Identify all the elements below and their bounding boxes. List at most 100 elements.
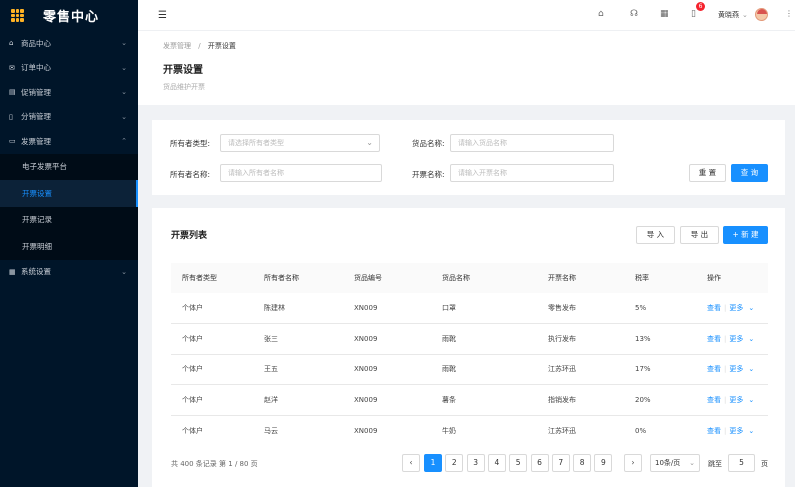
jump-input[interactable]: 5 (728, 454, 755, 472)
table-cell: 薯条 (431, 384, 537, 416)
chevron-down-icon: ⌄ (121, 39, 127, 48)
chevron-down-icon: ⌄ (121, 267, 127, 276)
avatar[interactable] (755, 8, 768, 21)
export-button[interactable]: 导 出 (680, 226, 719, 244)
sidebar-item-system-settings[interactable]: ▦ 系统设置 ⌄ (0, 260, 138, 285)
search-form: 所有者类型: 请选择所有者类型 ⌄ 货品名称: 请输入货品名称 所有者名称: 请… (152, 120, 785, 195)
owner-name-input[interactable]: 请输入所有者名称 (220, 164, 382, 182)
breadcrumb-current: 开票设置 (207, 42, 236, 50)
page-size-select[interactable]: 10条/页 ⌄ (650, 454, 700, 472)
page-button[interactable]: 6 (530, 454, 549, 472)
sidebar-subitem-invoice-settings[interactable]: 开票设置 (0, 180, 138, 207)
page-button[interactable]: 9 (594, 454, 613, 472)
table-cell: 5% (624, 293, 696, 325)
user-menu[interactable]: 黄晓燕 ⌄ (718, 10, 748, 20)
column-header: 货品名称 (431, 263, 537, 293)
page-button[interactable]: 5 (509, 454, 528, 472)
sidebar-subitem-e-invoice[interactable]: 电子发票平台 (0, 154, 138, 181)
chevron-down-icon: ⌄ (121, 88, 127, 97)
reset-button[interactable]: 重 置 (689, 164, 726, 182)
table-header-row: 所有者类型 所有者名称 货品编号 货品名称 开票名称 税率 操作 (171, 263, 768, 293)
chevron-down-icon: ⌄ (121, 63, 127, 72)
table-cell: 指销发布 (537, 384, 624, 416)
sidebar-item-orders[interactable]: ✉ 订单中心 ⌄ (0, 56, 138, 81)
more-link[interactable]: 更多 (729, 365, 743, 373)
chevron-down-icon: ⌄ (121, 112, 127, 121)
menu-toggle-icon[interactable]: ☰ (158, 10, 167, 21)
table-cell: XN009 (343, 384, 431, 416)
sidebar-item-promotions[interactable]: ▤ 促销管理 ⌄ (0, 80, 138, 105)
owner-name-label: 所有者名称: (170, 170, 211, 179)
table-cell: 17% (624, 354, 696, 386)
row-actions: 查看 | 更多 ⌄ (696, 415, 768, 446)
grid-icon: ▦ (9, 267, 16, 276)
page-button[interactable]: 2 (445, 454, 464, 472)
support-icon[interactable]: ☊ (630, 9, 638, 19)
prev-page-icon[interactable]: ‹ (402, 454, 420, 472)
bell-icon[interactable]: ▯ (691, 9, 696, 19)
next-page-icon[interactable]: › (624, 454, 642, 472)
owner-name-placeholder: 请输入所有者名称 (228, 169, 284, 177)
chevron-down-icon: ⌄ (748, 365, 755, 374)
page-button[interactable]: 4 (487, 454, 506, 472)
page-button[interactable]: 1 (424, 454, 442, 472)
split-icon: ▯ (9, 112, 13, 121)
invoice-name-label: 开票名称: (412, 170, 445, 179)
chevron-down-icon: ⌄ (748, 334, 755, 343)
more-link[interactable]: 更多 (729, 304, 743, 312)
chevron-down-icon: ⌄ (366, 138, 373, 147)
import-button[interactable]: 导 入 (636, 226, 675, 244)
view-link[interactable]: 查看 (707, 396, 721, 404)
table-cell: 张三 (253, 323, 343, 355)
table-cell: 个体户 (171, 323, 253, 355)
sidebar-item-label: 开票明细 (22, 241, 52, 251)
home-icon[interactable]: ⌂ (598, 9, 604, 19)
table-cell: 口罩 (431, 293, 537, 325)
page-button[interactable]: 7 (551, 454, 570, 472)
breadcrumb-parent[interactable]: 发票管理 (163, 42, 191, 50)
more-link[interactable]: 更多 (729, 396, 743, 404)
more-link[interactable]: 更多 (729, 335, 743, 343)
sidebar-subitem-invoice-records[interactable]: 开票记录 (0, 207, 138, 234)
view-link[interactable]: 查看 (707, 365, 721, 373)
logo-area: 零售中心 (0, 0, 138, 31)
table-cell: 个体户 (171, 384, 253, 416)
home-icon: ⌂ (9, 39, 14, 48)
owner-type-select[interactable]: 请选择所有者类型 ⌄ (220, 134, 380, 152)
calendar-icon: ▤ (9, 88, 16, 97)
sidebar: 零售中心 ⌂ 商品中心 ⌄ ✉ 订单中心 ⌄ ▤ 促销管理 ⌄ ▯ 分销管理 ⌄… (0, 0, 138, 487)
breadcrumb-separator: / (198, 42, 201, 50)
view-link[interactable]: 查看 (707, 427, 721, 435)
sidebar-item-products[interactable]: ⌂ 商品中心 ⌄ (0, 31, 138, 56)
product-name-placeholder: 请输入货品名称 (458, 139, 507, 147)
user-name: 黄晓燕 (718, 11, 739, 19)
add-button[interactable]: + 新 建 (723, 226, 768, 244)
sidebar-item-invoices[interactable]: ▭ 发票管理 ⌃ (0, 129, 138, 154)
view-link[interactable]: 查看 (707, 304, 721, 312)
column-header: 开票名称 (537, 263, 624, 293)
chevron-down-icon: ⌄ (748, 396, 755, 405)
page-description: 货品维护开票 (163, 83, 205, 91)
sidebar-item-distribution[interactable]: ▯ 分销管理 ⌄ (0, 105, 138, 130)
breadcrumb: 发票管理 / 开票设置 (163, 41, 236, 51)
apps-icon[interactable]: ▦ (660, 9, 669, 19)
more-vertical-icon[interactable]: ⋮ (785, 9, 793, 18)
query-button[interactable]: 查 询 (731, 164, 768, 182)
page-button[interactable]: 8 (573, 454, 592, 472)
row-actions: 查看 | 更多 ⌄ (696, 323, 768, 355)
table-row: 个体户 马云 XN009 牛奶 江苏环迅 0% 查看 | 更多 ⌄ (171, 415, 768, 446)
column-header: 货品编号 (343, 263, 431, 293)
page-button[interactable]: 3 (466, 454, 485, 472)
invoice-name-input[interactable]: 请输入开票名称 (450, 164, 614, 182)
page-header: 发票管理 / 开票设置 开票设置 货品维护开票 (138, 31, 795, 105)
sidebar-subitem-invoice-details[interactable]: 开票明细 (0, 233, 138, 260)
product-name-input[interactable]: 请输入货品名称 (450, 134, 614, 152)
more-link[interactable]: 更多 (729, 427, 743, 435)
view-link[interactable]: 查看 (707, 335, 721, 343)
notification-badge: 6 (696, 2, 705, 11)
table-cell: XN009 (354, 426, 378, 435)
apps-grid-icon[interactable] (11, 9, 24, 22)
sidebar-item-label: 商品中心 (21, 38, 51, 48)
table-cell: 13% (624, 323, 696, 355)
table-cell: 个体户 (171, 354, 253, 386)
